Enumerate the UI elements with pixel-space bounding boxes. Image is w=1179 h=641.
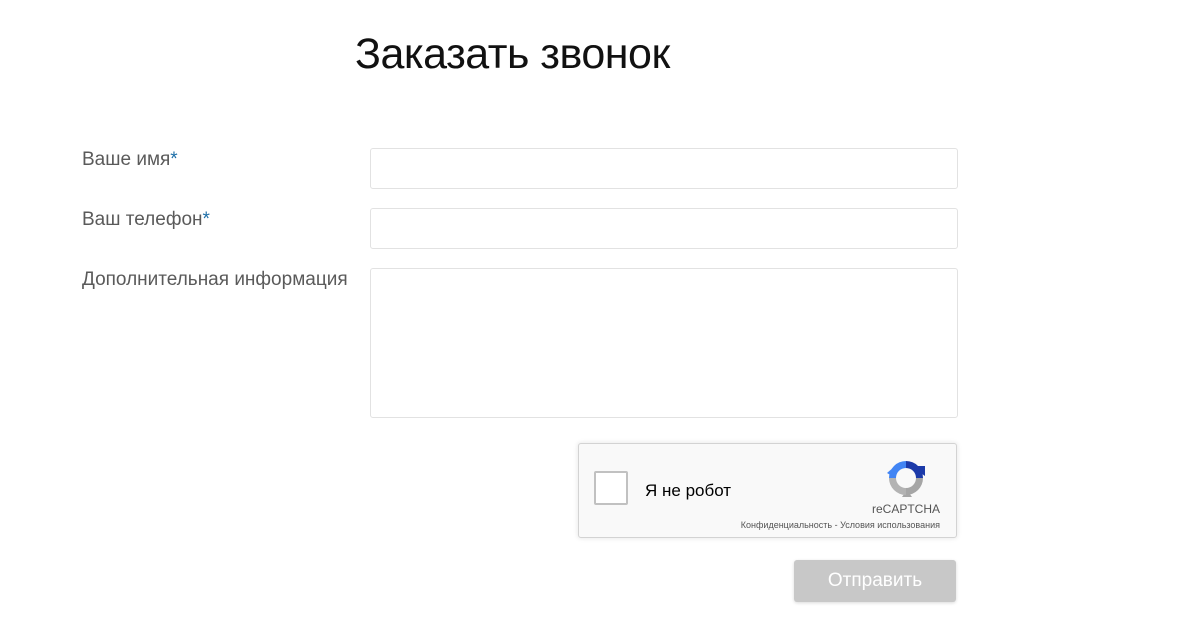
terms-link[interactable]: Условия использования [840,520,940,530]
recaptcha-label: Я не робот [645,481,732,500]
recaptcha-widget: Я не робот reCAPTCHA Конфиденциальность … [578,443,957,538]
recaptcha-checkbox[interactable] [594,471,628,505]
info-label: Дополнительная информация [82,269,348,291]
links-separator: - [832,520,841,530]
recaptcha-logo-icon [887,461,925,497]
name-label: Ваше имя* [82,149,178,171]
recaptcha-brand: reCAPTCHA [871,502,940,516]
recaptcha-links: Конфиденциальность - Условия использован… [741,520,940,530]
info-label-text: Дополнительная информация [82,269,348,290]
info-textarea[interactable] [370,268,958,418]
phone-label: Ваш телефон* [82,209,210,231]
name-input[interactable] [370,148,958,189]
name-label-text: Ваше имя [82,149,171,170]
privacy-link[interactable]: Конфиденциальность [741,520,832,530]
phone-label-text: Ваш телефон [82,209,203,230]
required-mark: * [202,209,210,230]
page-title: Заказать звонок [355,30,670,78]
required-mark: * [170,149,178,170]
phone-input[interactable] [370,208,958,249]
submit-button[interactable]: Отправить [794,560,956,602]
